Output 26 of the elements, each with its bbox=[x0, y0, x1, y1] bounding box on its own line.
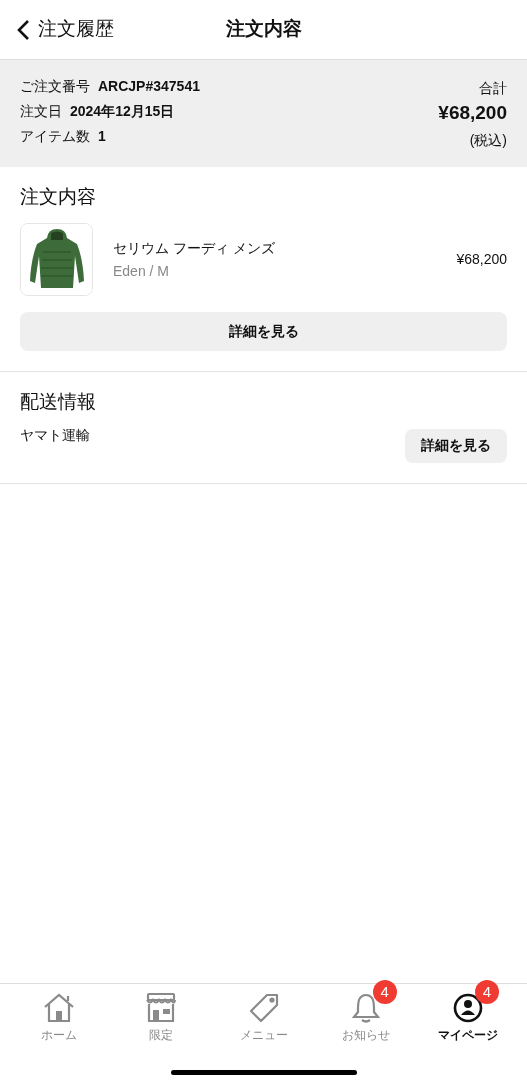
product-name: セリウム フーディ メンズ bbox=[113, 238, 275, 258]
section-heading: 配送情報 bbox=[20, 390, 97, 414]
notification-badge: 4 bbox=[372, 980, 397, 1004]
store-icon bbox=[144, 992, 179, 1024]
label-text: アイテム数 bbox=[20, 127, 90, 146]
section-heading: 注文内容 bbox=[20, 184, 97, 209]
item-count: 1 bbox=[98, 127, 106, 146]
back-icon bbox=[16, 18, 30, 41]
tab-bar-item[interactable]: ホーム bbox=[8, 984, 111, 1044]
product-variant: Eden / M bbox=[113, 261, 171, 281]
notification-badge: 4 bbox=[474, 980, 499, 1004]
tab-bar-item[interactable]: メニュー bbox=[212, 984, 315, 1044]
product-price: ¥68,200 bbox=[456, 250, 507, 269]
total-label: 合計 bbox=[479, 79, 507, 98]
order-date: 2024年12月15日 bbox=[70, 102, 175, 121]
label-text: 注文日 bbox=[20, 102, 62, 121]
page-title: 注文内容 bbox=[225, 17, 302, 42]
details-button[interactable]: 詳細を見る bbox=[405, 428, 507, 463]
tax-note: (税込) bbox=[469, 130, 507, 150]
back-button[interactable]: 注文履歴 bbox=[0, 15, 114, 44]
total-price: ¥68,200 bbox=[438, 101, 507, 125]
carrier-name: ヤマト運輸 bbox=[20, 425, 90, 445]
tab-bar-item[interactable]: 限定 bbox=[110, 984, 213, 1044]
details-button[interactable]: 詳細を見る bbox=[20, 312, 507, 351]
label-text: ご注文番号 bbox=[20, 77, 90, 96]
order-number: ARCJP#347541 bbox=[98, 77, 200, 96]
